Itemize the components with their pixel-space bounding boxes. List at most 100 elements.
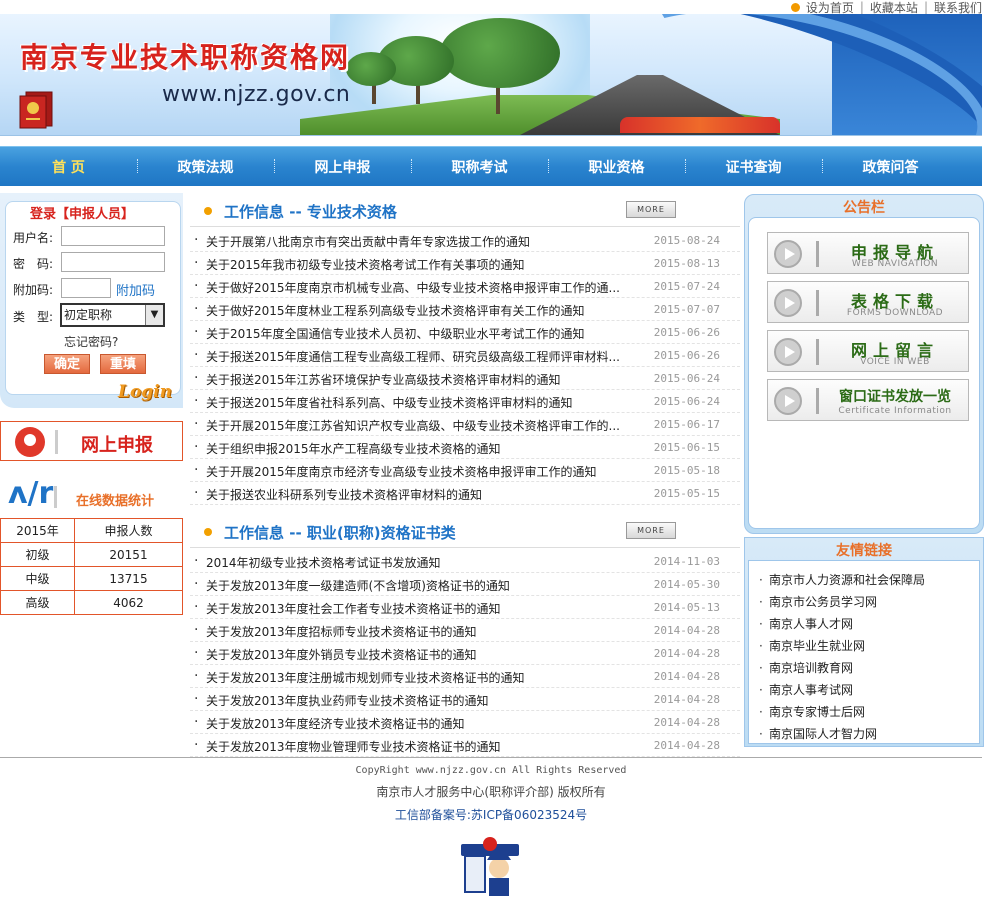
news-title-link[interactable]: 关于发放2013年度物业管理师专业技术资格证书的通知 [206, 738, 626, 755]
news-title-link[interactable]: 关于做好2015年度南京市机械专业高、中级专业技术资格申报评审工作的通... [206, 279, 626, 296]
news-date: 2015-08-24 [653, 234, 720, 247]
table-row: 高级 4062 [0, 590, 183, 615]
nav-policy[interactable]: 政策法规 [137, 157, 274, 177]
news-title-link[interactable]: 关于报送2015年度省社科系列高、中级专业技术资格评审材料的通知 [206, 394, 626, 411]
password-label: 密 码: [13, 257, 54, 271]
captcha-input[interactable] [61, 278, 111, 298]
footer-divider [0, 757, 982, 758]
service-sublabel: Certificate Information [838, 406, 952, 416]
news-title-link[interactable]: 关于发放2013年度一级建造师(不含增项)资格证书的通知 [206, 577, 626, 594]
news-date: 2014-04-28 [653, 624, 720, 637]
links-header: 友情链接 [745, 538, 983, 560]
forms-download-button[interactable]: 表格下载 FORMS DOWNLOAD [767, 281, 969, 323]
footer-icp-link[interactable]: 工信部备案号:苏ICP备06023524号 [0, 806, 982, 823]
divider [816, 388, 819, 414]
news-title-link[interactable]: 关于报送农业科研系列专业技术资格评审材料的通知 [206, 486, 626, 503]
news-item[interactable]: 关于发放2013年度招标师专业技术资格证书的通知 2014-04-28 [190, 619, 740, 642]
news-item[interactable]: 关于发放2013年度一级建造师(不含增项)资格证书的通知 2014-05-30 [190, 573, 740, 596]
password-input[interactable] [61, 252, 165, 272]
news-title-link[interactable]: 关于组织申报2015年水产工程高级专业技术资格的通知 [206, 440, 626, 457]
divider [816, 339, 819, 365]
confirm-button[interactable]: 确定 [44, 354, 90, 374]
stats-table: 2015年 申报人数 初级 20151 中级 13715 高级 4062 [0, 518, 183, 615]
section-header-certificates: 工作信息 -- 职业(职称)资格证书类 MORE [190, 518, 740, 548]
friendly-link[interactable]: 南京国际人才智力网 [749, 725, 979, 747]
web-navigation-button[interactable]: 申报导航 WEB NAVIGATION [767, 232, 969, 274]
news-title-link[interactable]: 关于开展2015年度江苏省知识产权专业高级、中级专业技术资格评审工作的... [206, 417, 626, 434]
online-apply-button[interactable]: 网上申报 [0, 421, 183, 461]
nav-certificate-query[interactable]: 证书查询 [685, 157, 822, 177]
table-header-cell: 2015年 [0, 518, 75, 543]
news-title-link[interactable]: 关于报送2015年江苏省环境保护专业高级技术资格评审材料的通知 [206, 371, 626, 388]
news-title-link[interactable]: 关于发放2013年度注册城市规划师专业技术资格证书的通知 [206, 669, 626, 686]
voice-in-web-button[interactable]: 网上留言 VOICE IN WEB [767, 330, 969, 372]
login-title: 登录【申报人员】 [30, 207, 135, 222]
captcha-label: 附加码: [13, 283, 54, 297]
news-list-professional: 关于开展第八批南京市有突出贡献中青年专家选拔工作的通知 2015-08-24 关于2… [190, 229, 740, 505]
section-title: 工作信息 -- 专业技术资格 [224, 203, 397, 221]
site-title: 南京专业技术职称资格网 [20, 41, 351, 74]
more-button[interactable]: MORE [626, 201, 676, 218]
police-badge-icon[interactable] [457, 836, 523, 897]
more-button[interactable]: MORE [626, 522, 676, 539]
news-title-link[interactable]: 关于2015年我市初级专业技术资格考试工作有关事项的通知 [206, 256, 626, 273]
friendly-link[interactable]: 南京人事人才网 [749, 615, 979, 637]
play-icon [774, 240, 802, 268]
news-title-link[interactable]: 2014年初级专业技术资格考试证书发放通知 [206, 554, 626, 571]
news-title-link[interactable]: 关于开展2015年度南京市经济专业高级专业技术资格申报评审工作的通知 [206, 463, 626, 480]
news-item[interactable]: 关于组织申报2015年水产工程高级专业技术资格的通知 2015-06-15 [190, 436, 740, 459]
news-title-link[interactable]: 关于发放2013年度外销员专业技术资格证书的通知 [206, 646, 626, 663]
news-item[interactable]: 关于发放2013年度物业管理师专业技术资格证书的通知 2014-04-28 [190, 734, 740, 757]
news-item[interactable]: 关于报送2015年度省社科系列高、中级专业技术资格评审材料的通知 2015-06-… [190, 390, 740, 413]
news-item[interactable]: 关于开展2015年度南京市经济专业高级专业技术资格申报评审工作的通知 2015-0… [190, 459, 740, 482]
news-title-link[interactable]: 关于发放2013年度经济专业技术资格证书的通知 [206, 715, 626, 732]
page: 设为首页 | 收藏本站 | 联系我们 南京专业技术职称资格网 www.njzz.… [0, 0, 987, 897]
news-title-link[interactable]: 关于发放2013年度执业药师专业技术资格证书的通知 [206, 692, 626, 709]
certificate-book-icon [19, 91, 53, 129]
news-item[interactable]: 关于做好2015年度林业工程系列高级专业技术资格评审有关工作的通知 2015-07… [190, 298, 740, 321]
home-dot-icon [790, 2, 800, 12]
friendly-link[interactable]: 南京培训教育网 [749, 659, 979, 681]
type-select[interactable]: 初定职称 ▼ [60, 303, 165, 327]
table-header-row: 2015年 申报人数 [0, 518, 183, 543]
news-item[interactable]: 关于开展第八批南京市有突出贡献中青年专家选拔工作的通知 2015-08-24 [190, 229, 740, 252]
chevron-down-icon: ▼ [145, 305, 163, 325]
news-title-link[interactable]: 关于发放2013年度社会工作者专业技术资格证书的通知 [206, 600, 626, 617]
nav-qualification[interactable]: 职业资格 [548, 157, 685, 177]
news-item[interactable]: 关于报送农业科研系列专业技术资格评审材料的通知 2015-05-15 [190, 482, 740, 505]
news-title-link[interactable]: 关于报送2015年度通信工程专业高级工程师、研究员级高级工程师评审材料... [206, 348, 626, 365]
news-item[interactable]: 关于发放2013年度注册城市规划师专业技术资格证书的通知 2014-04-28 [190, 665, 740, 688]
news-item[interactable]: 关于发放2013年度社会工作者专业技术资格证书的通知 2014-05-13 [190, 596, 740, 619]
friendly-link[interactable]: 南京毕业生就业网 [749, 637, 979, 659]
news-item[interactable]: 关于发放2013年度经济专业技术资格证书的通知 2014-04-28 [190, 711, 740, 734]
play-icon [774, 289, 802, 317]
news-item[interactable]: 2014年初级专业技术资格考试证书发放通知 2014-11-03 [190, 550, 740, 573]
nav-online-apply[interactable]: 网上申报 [274, 157, 411, 177]
news-item[interactable]: 关于2015年我市初级专业技术资格考试工作有关事项的通知 2015-08-13 [190, 252, 740, 275]
username-input[interactable] [61, 226, 165, 246]
type-select-value: 初定职称 [64, 308, 113, 322]
forgot-password-link[interactable]: 忘记密码? [64, 333, 118, 350]
reset-button[interactable]: 重填 [100, 354, 146, 374]
captcha-image-link[interactable]: 附加码 [116, 280, 155, 299]
nav-home[interactable]: 首 页 [0, 157, 137, 177]
news-title-link[interactable]: 关于发放2013年度招标师专业技术资格证书的通知 [206, 623, 626, 640]
news-item[interactable]: 关于2015年度全国通信专业技术人员初、中级职业水平考试工作的通知 2015-06… [190, 321, 740, 344]
friendly-link[interactable]: 南京人事考试网 [749, 681, 979, 703]
news-title-link[interactable]: 关于开展第八批南京市有突出贡献中青年专家选拔工作的通知 [206, 233, 626, 250]
friendly-link[interactable]: 南京市人力资源和社会保障局 [749, 571, 979, 593]
friendly-link[interactable]: 南京专家博士后网 [749, 703, 979, 725]
certificate-info-button[interactable]: 窗口证书发放一览 Certificate Information [767, 379, 969, 421]
news-title-link[interactable]: 关于2015年度全国通信专业技术人员初、中级职业水平考试工作的通知 [206, 325, 626, 342]
news-item[interactable]: 关于发放2013年度外销员专业技术资格证书的通知 2014-04-28 [190, 642, 740, 665]
news-title-link[interactable]: 关于做好2015年度林业工程系列高级专业技术资格评审有关工作的通知 [206, 302, 626, 319]
news-item[interactable]: 关于发放2013年度执业药师专业技术资格证书的通知 2014-04-28 [190, 688, 740, 711]
nav-exam[interactable]: 职称考试 [411, 157, 548, 177]
news-item[interactable]: 关于开展2015年度江苏省知识产权专业高级、中级专业技术资格评审工作的... 20… [190, 413, 740, 436]
news-item[interactable]: 关于做好2015年度南京市机械专业高、中级专业技术资格申报评审工作的通... 20… [190, 275, 740, 298]
friendly-link[interactable]: 南京市公务员学习网 [749, 593, 979, 615]
news-item[interactable]: 关于报送2015年江苏省环境保护专业高级技术资格评审材料的通知 2015-06-2… [190, 367, 740, 390]
nav-faq[interactable]: 政策问答 [822, 157, 959, 177]
news-date: 2015-06-26 [653, 349, 720, 362]
news-item[interactable]: 关于报送2015年度通信工程专业高级工程师、研究员级高级工程师评审材料... 20… [190, 344, 740, 367]
